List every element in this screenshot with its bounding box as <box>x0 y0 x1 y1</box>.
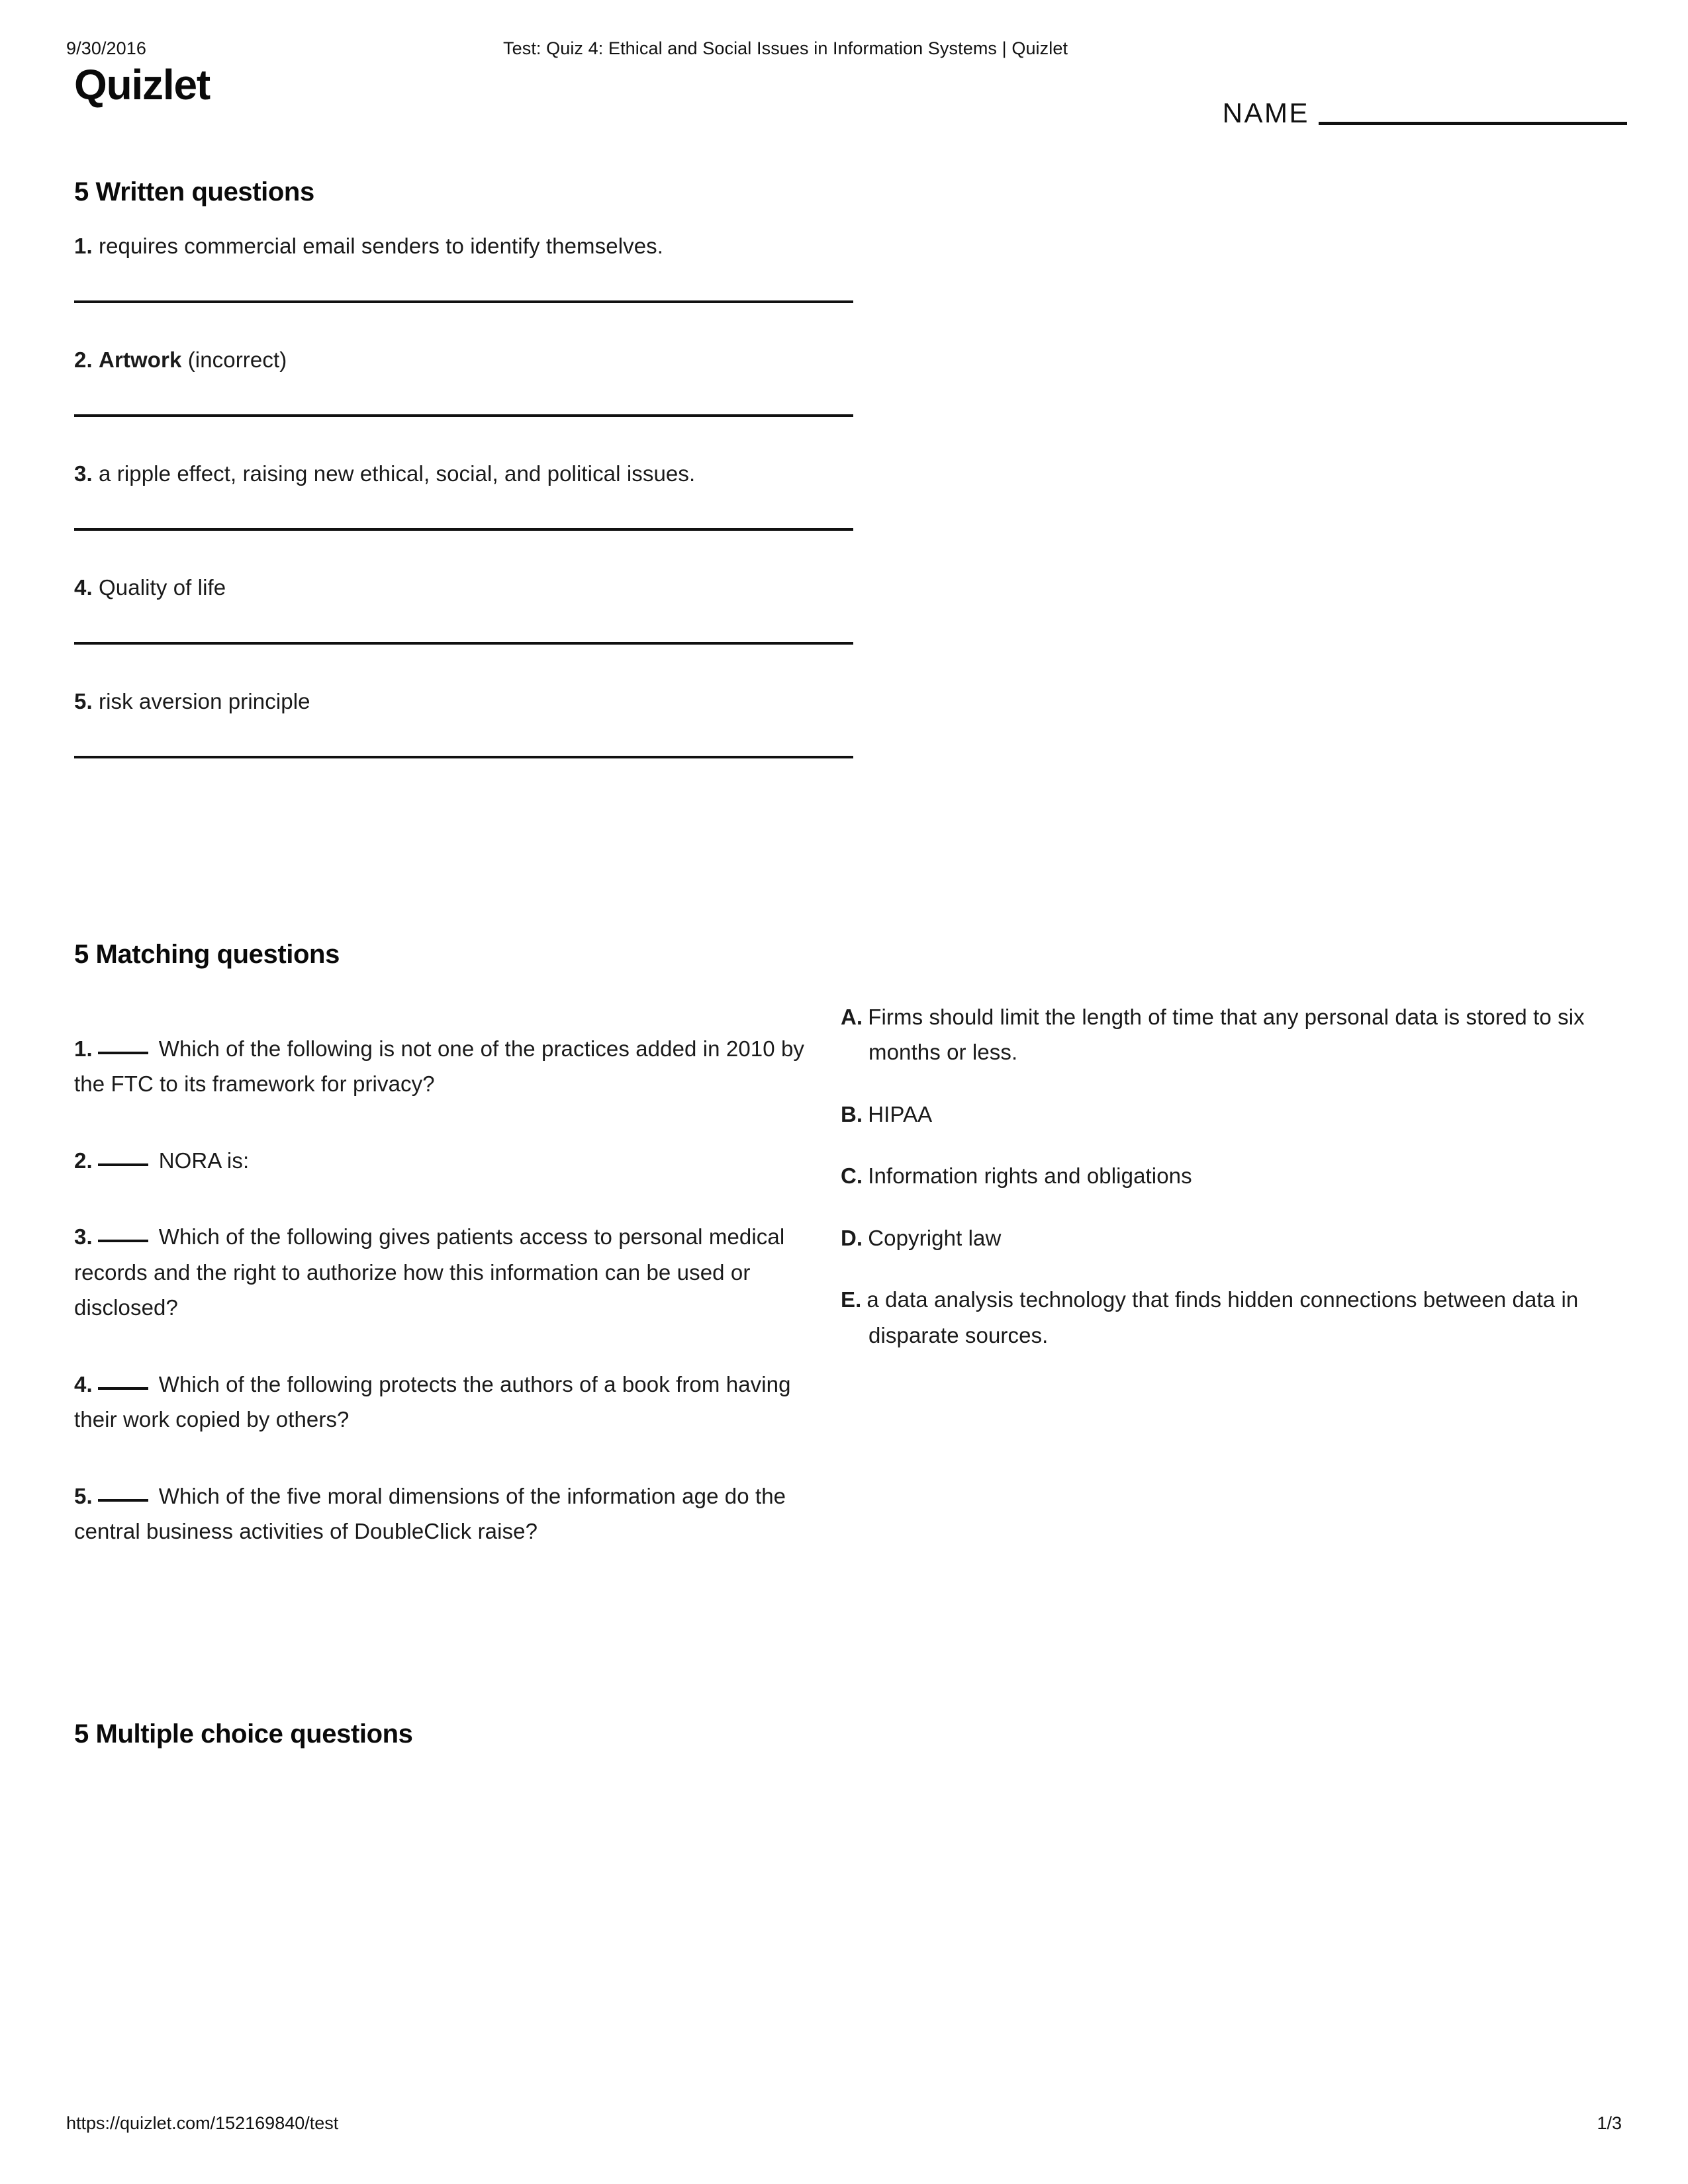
written-question-1: 1. requires commercial email senders to … <box>74 230 935 303</box>
print-date: 9/30/2016 <box>66 38 147 58</box>
written-question-5-number: 5. <box>74 689 93 713</box>
print-footer: https://quizlet.com/152169840/test 1/3 <box>66 2113 1622 2134</box>
print-header: 9/30/2016 Test: Quiz 4: Ethical and Soci… <box>66 38 1622 61</box>
name-label: NAME <box>1222 97 1309 128</box>
matching-question-3-number: 3. <box>74 1224 93 1250</box>
matching-option-c-letter: C. <box>841 1163 863 1189</box>
matching-option-a-letter: A. <box>841 1005 863 1029</box>
matching-question-1: 1. Which of the following is not one of t… <box>74 1031 829 1102</box>
matching-questions-section: 1. Which of the following is not one of t… <box>0 999 1688 1668</box>
matching-answer-blank-3[interactable] <box>97 1225 148 1243</box>
written-answer-rule-2[interactable] <box>74 414 853 417</box>
matching-question-1-text: Which of the following is not one of the… <box>74 1036 805 1097</box>
matching-question-3-text: Which of the following gives patients ac… <box>74 1224 785 1320</box>
document-title: Test: Quiz 4: Ethical and Social Issues … <box>503 38 1068 58</box>
written-question-2-bold-term: Artwork <box>99 347 182 372</box>
footer-page-number: 1/3 <box>1597 2113 1622 2133</box>
matching-option-e-letter: E. <box>841 1287 862 1312</box>
written-question-4: 4. Quality of life <box>74 572 935 645</box>
matching-option-c[interactable]: C. Information rights and obligations <box>841 1158 1589 1193</box>
written-question-3-number: 3. <box>74 461 93 486</box>
written-question-3-text: 3. a ripple effect, raising new ethical,… <box>74 458 935 490</box>
matching-question-4: 4. Which of the following protects the au… <box>74 1367 829 1437</box>
matching-option-a-text: Firms should limit the length of time th… <box>868 1005 1585 1065</box>
written-question-3-body: a ripple effect, raising new ethical, so… <box>99 461 696 486</box>
footer-url: https://quizlet.com/152169840/test <box>66 2113 339 2133</box>
matching-question-1-number: 1. <box>74 1036 93 1061</box>
written-question-1-number: 1. <box>74 234 93 258</box>
matching-prompts-column: 1. Which of the following is not one of t… <box>74 1031 829 1549</box>
written-question-4-number: 4. <box>74 575 93 600</box>
name-field: NAME <box>1223 99 1627 128</box>
matching-option-b-text: HIPAA <box>868 1101 933 1126</box>
written-question-2-suffix: (incorrect) <box>187 347 287 372</box>
matching-question-3: 3. Which of the following gives patients … <box>74 1219 829 1325</box>
matching-option-c-text: Information rights and obligations <box>868 1163 1192 1189</box>
written-question-4-text: 4. Quality of life <box>74 572 935 604</box>
written-question-2-number: 2. <box>74 347 93 372</box>
matching-answer-blank-1[interactable] <box>97 1037 148 1054</box>
matching-question-2: 2. NORA is: <box>74 1143 829 1178</box>
matching-question-5-number: 5. <box>74 1483 93 1508</box>
written-answer-rule-4[interactable] <box>74 642 853 645</box>
matching-question-4-text: Which of the following protects the auth… <box>74 1371 791 1432</box>
written-question-3: 3. a ripple effect, raising new ethical,… <box>74 458 935 531</box>
matching-options-column: A. Firms should limit the length of time … <box>841 999 1589 1379</box>
matching-question-5-text: Which of the five moral dimensions of th… <box>74 1483 786 1544</box>
matching-questions-heading: 5 Matching questions <box>74 940 340 969</box>
printed-quiz-page: 9/30/2016 Test: Quiz 4: Ethical and Soci… <box>0 0 1688 2184</box>
written-answer-rule-5[interactable] <box>74 756 853 758</box>
quizlet-logo: Quizlet <box>74 61 211 109</box>
name-write-in-rule[interactable] <box>1319 122 1627 125</box>
matching-option-e-text: a data analysis technology that finds hi… <box>867 1287 1579 1347</box>
written-question-1-text: 1. requires commercial email senders to … <box>74 230 935 262</box>
written-questions-heading: 5 Written questions <box>74 177 314 206</box>
written-question-2: 2. Artwork (incorrect) <box>74 344 935 417</box>
matching-option-d-letter: D. <box>841 1225 863 1250</box>
matching-option-e[interactable]: E. a data analysis technology that finds … <box>841 1282 1589 1353</box>
matching-option-a[interactable]: A. Firms should limit the length of time … <box>841 999 1589 1070</box>
matching-answer-blank-2[interactable] <box>97 1149 148 1166</box>
written-question-1-body: requires commercial email senders to ide… <box>99 234 664 258</box>
written-question-2-text: 2. Artwork (incorrect) <box>74 344 935 376</box>
written-answer-rule-1[interactable] <box>74 300 853 303</box>
matching-question-2-number: 2. <box>74 1148 93 1173</box>
written-questions-list: 1. requires commercial email senders to … <box>74 230 935 799</box>
matching-question-4-number: 4. <box>74 1371 93 1396</box>
matching-option-b-letter: B. <box>841 1101 863 1126</box>
written-question-5: 5. risk aversion principle <box>74 686 935 758</box>
matching-option-b[interactable]: B. HIPAA <box>841 1097 1589 1132</box>
matching-option-d-text: Copyright law <box>868 1225 1002 1250</box>
written-question-4-body: Quality of life <box>99 575 226 600</box>
written-answer-rule-3[interactable] <box>74 528 853 531</box>
matching-answer-blank-5[interactable] <box>97 1484 148 1502</box>
matching-answer-blank-4[interactable] <box>97 1373 148 1390</box>
matching-question-2-text: NORA is: <box>158 1148 250 1173</box>
matching-option-d[interactable]: D. Copyright law <box>841 1220 1589 1255</box>
matching-question-5: 5. Which of the five moral dimensions of … <box>74 1479 829 1549</box>
written-question-5-text: 5. risk aversion principle <box>74 686 935 717</box>
written-question-5-body: risk aversion principle <box>99 689 310 713</box>
multiple-choice-questions-heading: 5 Multiple choice questions <box>74 1719 413 1749</box>
